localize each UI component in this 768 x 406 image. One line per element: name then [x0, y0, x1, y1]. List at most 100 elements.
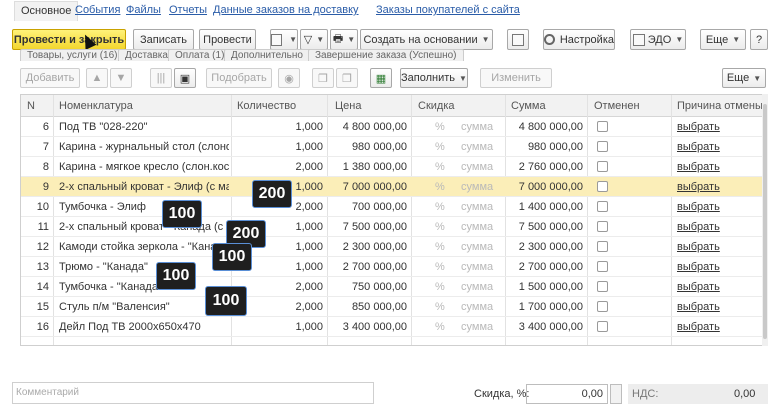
- col-header-discount[interactable]: Скидка: [418, 100, 455, 112]
- nav-tab-reports[interactable]: Отчеты: [169, 4, 207, 16]
- cell-nomenclature: Стуль п/м "Валенсия": [59, 301, 170, 313]
- table-row[interactable]: 12 Камоди стойка зеркола - "Канада" 1,000 2…: [21, 237, 763, 257]
- col-header-sum[interactable]: Сумма: [511, 100, 546, 112]
- table-row[interactable]: 14 Тумбочка - "Канада" 2,000 750 000,00% сум…: [21, 277, 763, 297]
- cancel-reason-link[interactable]: выбрать: [677, 201, 737, 213]
- paste-rows-button[interactable]: ❐: [336, 68, 358, 88]
- cancel-reason-link[interactable]: выбрать: [677, 141, 737, 153]
- table-row[interactable]: 6 Под ТВ "028-220" 1,000 4 800 000,00% сумма…: [21, 117, 763, 137]
- tab-payment[interactable]: Оплата (1): [168, 49, 232, 61]
- table-icon: ▦: [375, 72, 387, 85]
- cancelled-checkbox[interactable]: [597, 321, 608, 332]
- cancel-reason-link[interactable]: выбрать: [677, 241, 737, 253]
- cell-nomenclature: Тумбочка - Элиф: [59, 201, 146, 213]
- cancel-reason-link[interactable]: выбрать: [677, 281, 737, 293]
- fill-button[interactable]: Заполнить ▼: [400, 68, 468, 88]
- cancelled-checkbox[interactable]: [597, 281, 608, 292]
- excel-load-button[interactable]: ▦: [370, 68, 392, 88]
- cancel-reason-link[interactable]: выбрать: [677, 221, 737, 233]
- table-row[interactable]: 15 Стуль п/м "Валенсия" 2,000 850 000,00% су…: [21, 297, 763, 317]
- scanner-button[interactable]: ▣: [174, 68, 196, 88]
- structure-icon: [512, 33, 524, 46]
- cell-discount-pct: %: [435, 141, 445, 153]
- cell-price: 3 400 000,00: [342, 321, 407, 333]
- table-row[interactable]: 16 Дейл Под ТВ 2000x650x470 1,000 3 400 000…: [21, 317, 763, 337]
- cell-sum: 1 400 000,00: [518, 201, 583, 213]
- nav-tab-delivery-orders[interactable]: Данные заказов на доставку: [213, 4, 359, 16]
- cell-discount-pct: %: [435, 181, 445, 193]
- scrollbar-thumb[interactable]: [763, 104, 767, 339]
- cell-quantity: 2,000: [295, 281, 323, 293]
- chevron-down-icon: ▼: [459, 73, 467, 83]
- comment-input[interactable]: Комментарий: [12, 382, 374, 404]
- arrow-up-icon: ▲: [91, 72, 103, 84]
- table-more-button[interactable]: Еще ▼: [722, 68, 766, 88]
- cancelled-checkbox[interactable]: [597, 121, 608, 132]
- table-row[interactable]: 11 2-х спальный кроват - Канада (с ... 1,0…: [21, 217, 763, 237]
- chevron-down-icon: ▼: [316, 35, 325, 44]
- cancelled-checkbox[interactable]: [597, 181, 608, 192]
- tab-order-completion[interactable]: Завершение заказа (Успешно): [308, 49, 464, 61]
- table-scrollbar[interactable]: [762, 94, 768, 346]
- nav-tab-main[interactable]: Основное: [14, 1, 79, 21]
- cell-price: 700 000,00: [351, 201, 407, 213]
- cancel-reason-link[interactable]: выбрать: [677, 121, 737, 133]
- cell-nomenclature: Тумбочка - "Канада": [59, 281, 162, 293]
- cell-sum: 1 500 000,00: [518, 281, 583, 293]
- cancel-reason-link[interactable]: выбрать: [677, 181, 737, 193]
- cancelled-checkbox[interactable]: [597, 241, 608, 252]
- nav-tab-files[interactable]: Файлы: [126, 4, 161, 16]
- cell-discount-sum: сумма: [461, 221, 494, 233]
- cancel-reason-link[interactable]: выбрать: [677, 301, 737, 313]
- cancelled-checkbox[interactable]: [597, 141, 608, 152]
- cancel-reason-link[interactable]: выбрать: [677, 321, 737, 333]
- vat-value: 0,00: [734, 388, 756, 400]
- document-icon: [271, 33, 283, 46]
- change-button[interactable]: Изменить: [480, 68, 552, 88]
- tab-delivery[interactable]: Доставка: [118, 49, 175, 61]
- table-row[interactable]: 92-х спальный кроват - Элиф (с матр...1,…: [21, 177, 763, 197]
- cell-n: 14: [36, 281, 49, 293]
- table-row[interactable]: 8 Карина - мягкое кресло (слон.кость) 2,00…: [21, 157, 763, 177]
- calculator-button[interactable]: [610, 384, 622, 404]
- cell-price: 2 700 000,00: [342, 261, 407, 273]
- col-header-n[interactable]: N: [27, 100, 35, 112]
- barcode-button[interactable]: |||: [150, 68, 172, 88]
- col-header-cancelled[interactable]: Отменен: [594, 100, 640, 112]
- cancelled-checkbox[interactable]: [597, 301, 608, 312]
- discount-input[interactable]: 0,00: [526, 384, 608, 404]
- cancelled-checkbox[interactable]: [597, 161, 608, 172]
- table-row[interactable]: 13 Трюмо - "Канада" 1,000 2 700 000,00% сумм…: [21, 257, 763, 277]
- col-header-nomenclature[interactable]: Номенклатура: [59, 100, 133, 112]
- col-header-quantity[interactable]: Количество: [237, 100, 296, 112]
- cancel-reason-link[interactable]: выбрать: [677, 161, 737, 173]
- cell-nomenclature: 2-х спальный кроват - Элиф (с матр...: [59, 181, 229, 193]
- cancelled-checkbox[interactable]: [597, 261, 608, 272]
- table-row[interactable]: 7 Карина - журнальный стол (слоновы... 1,0…: [21, 137, 763, 157]
- cancel-reason-link[interactable]: выбрать: [677, 261, 737, 273]
- overlay-badge: 100: [162, 200, 202, 228]
- cell-n: 16: [36, 321, 49, 333]
- table-toolbar: Добавить ▲ ▼ ||| ▣ Подобрать ◉ ❐ ❐ ▦ Зап…: [0, 64, 768, 92]
- pick-button[interactable]: Подобрать: [206, 68, 272, 88]
- tab-goods[interactable]: Товары, услуги (16): [20, 49, 125, 61]
- cell-n: 10: [36, 201, 49, 213]
- copy-rows-button[interactable]: ❐: [312, 68, 334, 88]
- col-header-cancel-reason[interactable]: Причина отмены: [677, 100, 763, 112]
- cancelled-checkbox[interactable]: [597, 201, 608, 212]
- col-header-price[interactable]: Цена: [335, 100, 361, 112]
- document-footer: Комментарий Скидка, %: 0,00 НДС: 0,00: [0, 380, 768, 406]
- nav-tab-events[interactable]: События: [75, 4, 120, 16]
- view-button[interactable]: ◉: [278, 68, 300, 88]
- move-up-button[interactable]: ▲: [86, 68, 108, 88]
- table-row[interactable]: 10 Тумбочка - Элиф 2,000 700 000,00% сумма 1 …: [21, 197, 763, 217]
- cancelled-checkbox[interactable]: [597, 221, 608, 232]
- add-row-button[interactable]: Добавить: [20, 68, 80, 88]
- cell-sum: 2 300 000,00: [518, 241, 583, 253]
- move-down-button[interactable]: ▼: [110, 68, 132, 88]
- nav-tab-site-orders[interactable]: Заказы покупателей с сайта: [376, 4, 520, 16]
- cell-discount-sum: сумма: [461, 261, 494, 273]
- cell-price: 7 000 000,00: [342, 181, 407, 193]
- cell-discount-sum: сумма: [461, 241, 494, 253]
- tab-additional[interactable]: Дополнительно: [224, 49, 310, 61]
